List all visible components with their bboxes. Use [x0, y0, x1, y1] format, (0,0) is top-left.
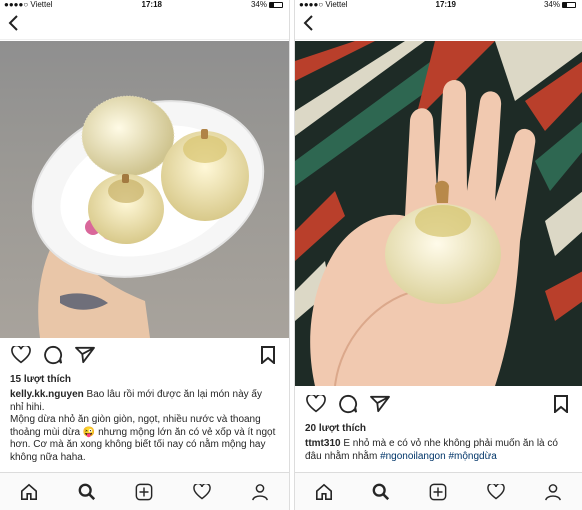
battery-icon — [562, 2, 576, 8]
comment-bubble-icon[interactable] — [42, 344, 64, 366]
heart-icon[interactable] — [305, 393, 327, 415]
home-icon[interactable] — [313, 481, 335, 503]
post-caption: ttmt310 E nhỏ mà e có vỏ nhe không phải … — [305, 438, 570, 463]
carrier-label: ●●●●○ Viettel — [299, 0, 348, 9]
battery-icon — [269, 2, 283, 8]
post-photo[interactable] — [0, 41, 289, 338]
clock: 17:19 — [435, 0, 456, 9]
add-post-icon[interactable] — [427, 481, 449, 503]
battery-indicator: 34% — [251, 0, 283, 10]
clock: 17:18 — [141, 0, 162, 9]
battery-indicator: 34% — [544, 0, 576, 10]
battery-percent: 34% — [250, 0, 267, 9]
like-count[interactable]: 15 lượt thích — [10, 374, 71, 385]
caption-username[interactable]: ttmt310 — [305, 438, 341, 449]
profile-icon[interactable] — [249, 481, 271, 503]
post-photo[interactable] — [295, 41, 582, 386]
heart-icon[interactable] — [10, 344, 32, 366]
like-count[interactable]: 20 lượt thích — [305, 423, 366, 434]
status-bar: ●●●●○ Viettel 17:18 34% — [0, 0, 289, 10]
status-bar: ●●●●○ Viettel 17:19 34% — [295, 0, 582, 10]
activity-heart-icon[interactable] — [485, 481, 507, 503]
bookmark-icon[interactable] — [257, 344, 279, 366]
post-actions — [295, 389, 582, 419]
bottom-tab-bar — [295, 472, 582, 510]
hashtag-link[interactable]: #ngonoilangon — [380, 451, 446, 462]
caption-username[interactable]: kelly.kk.nguyen — [10, 389, 84, 400]
top-nav — [0, 10, 289, 40]
chevron-left-icon[interactable] — [303, 14, 315, 35]
home-icon[interactable] — [18, 481, 40, 503]
carrier-label: ●●●●○ Viettel — [4, 0, 53, 9]
chevron-left-icon[interactable] — [8, 14, 20, 35]
activity-heart-icon[interactable] — [191, 481, 213, 503]
bottom-tab-bar — [0, 472, 289, 510]
hashtag-link[interactable]: #mộngdừa — [448, 451, 496, 462]
post-actions — [0, 340, 289, 370]
comment-bubble-icon[interactable] — [337, 393, 359, 415]
post-caption: kelly.kk.nguyen Bao lâu rồi mới được ăn … — [10, 389, 277, 464]
post-screen-left: ●●●●○ Viettel 17:18 34% 15 lượt thích ke… — [0, 0, 290, 510]
paper-plane-icon[interactable] — [369, 393, 391, 415]
paper-plane-icon[interactable] — [74, 344, 96, 366]
search-icon[interactable] — [370, 481, 392, 503]
caption-emoji: 😜 — [82, 426, 96, 438]
add-post-icon[interactable] — [133, 481, 155, 503]
profile-icon[interactable] — [542, 481, 564, 503]
top-nav — [295, 10, 582, 40]
battery-percent: 34% — [543, 0, 560, 9]
bookmark-icon[interactable] — [550, 393, 572, 415]
search-icon[interactable] — [76, 481, 98, 503]
post-screen-right: ●●●●○ Viettel 17:19 34% 20 lượt thích tt… — [294, 0, 582, 510]
